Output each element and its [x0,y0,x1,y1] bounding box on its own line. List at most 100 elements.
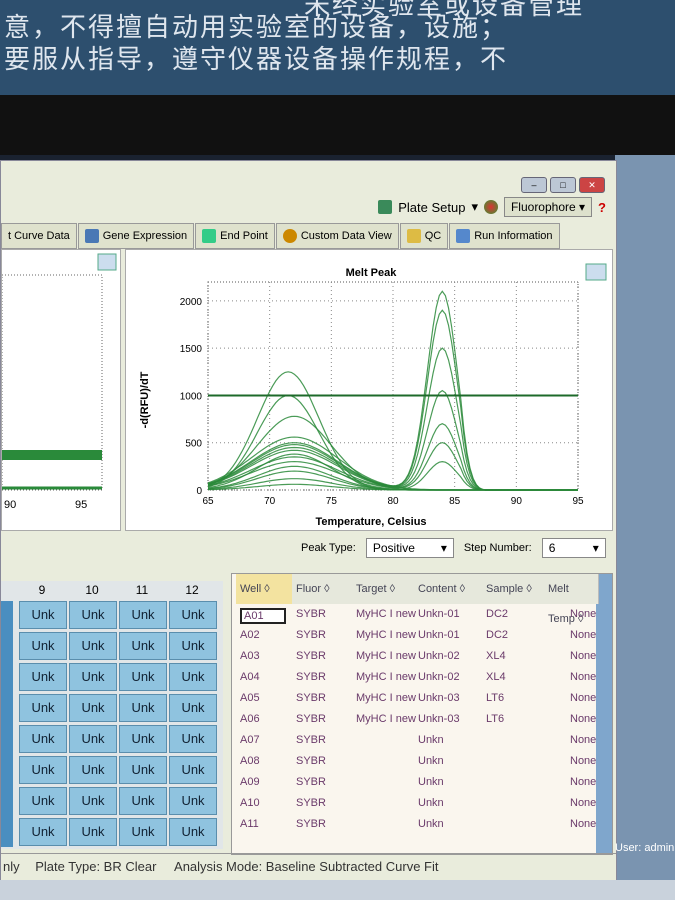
tab-bar: t Curve Data Gene Expression End Point C… [1,223,561,249]
tab-custom-data-view[interactable]: Custom Data View [275,223,399,249]
close-button[interactable]: ✕ [579,177,605,193]
column-header[interactable]: Melt Temp ◊ [544,574,599,625]
table-cell: XL4 [486,671,506,683]
tab-melt-curve-data[interactable]: t Curve Data [1,223,77,249]
help-icon[interactable]: ? [598,200,606,215]
plate-well[interactable]: Unk [19,601,67,629]
plate-well[interactable]: Unk [169,694,217,722]
table-cell: None [570,776,597,788]
x-tick-label: 85 [449,496,461,507]
plate-well[interactable]: Unk [69,632,117,660]
plate-well[interactable]: Unk [169,601,217,629]
plate-well[interactable]: Unk [169,663,217,691]
table-row[interactable]: A02 SYBR MyHC I new Unkn-01 DC2 None [232,629,596,649]
table-scrollbar[interactable] [596,574,612,854]
table-row[interactable]: A04 SYBR MyHC I new Unkn-02 XL4 None [232,671,596,691]
table-cell: MyHC I new [356,671,416,683]
taskbar [0,880,675,900]
tab-gene-expression[interactable]: Gene Expression [77,223,195,249]
table-cell: MyHC I new [356,650,416,662]
banner-line: 未经实验室或设备管理 [304,0,585,21]
plate-well[interactable]: Unk [69,694,117,722]
table-cell: None [570,671,597,683]
step-number-label: Step Number: [463,542,532,554]
table-row[interactable]: A01 SYBR MyHC I new Unkn-01 DC2 None [232,608,596,628]
x-tick-label: 95 [75,499,87,511]
x-tick-label: 95 [572,496,584,507]
plate-well[interactable]: Unk [69,601,117,629]
view-select[interactable]: Fluorophore ▾ [503,197,593,217]
plate-well[interactable]: Unk [119,663,167,691]
left-chart-panel: 90 95 [1,249,121,531]
x-tick-label: 75 [326,496,338,507]
color-icon[interactable] [483,200,498,214]
plate-well[interactable]: Unk [19,694,67,722]
plate-well[interactable]: Unk [169,756,217,784]
plate-well[interactable]: Unk [169,725,217,753]
table-cell: Unkn-01 [418,629,460,641]
maximize-button[interactable]: □ [550,177,576,193]
table-cell: A03 [240,650,260,662]
table-cell: Unkn-01 [418,608,460,620]
table-row[interactable]: A08 SYBR Unkn None [232,755,596,775]
plate-well[interactable]: Unk [69,663,117,691]
plate-well[interactable]: Unk [169,818,217,846]
table-cell: SYBR [296,734,326,746]
table-row[interactable]: A05 SYBR MyHC I new Unkn-03 LT6 None [232,692,596,712]
background-banner: 未经实验室或设备管理 意，不得擅自动用实验室的设备，设施； 要服从指导，遵守仪器… [0,0,675,95]
plate-well[interactable]: Unk [69,787,117,815]
table-cell: SYBR [296,713,326,725]
gear-icon [282,229,297,243]
plate-well[interactable]: Unk [69,756,117,784]
plate-well[interactable]: Unk [169,632,217,660]
table-row[interactable]: A03 SYBR MyHC I new Unkn-02 XL4 None [232,650,596,670]
table-cell: None [570,650,597,662]
tab-run-information[interactable]: Run Information [449,223,560,249]
x-tick-label: 90 [4,499,16,511]
chart-options-button[interactable] [585,263,607,281]
plate-well[interactable]: Unk [119,787,167,815]
plate-well[interactable]: Unk [19,818,67,846]
minimize-button[interactable]: – [521,177,547,193]
plate-well[interactable]: Unk [169,787,217,815]
desktop-background [615,155,675,900]
plate-well[interactable]: Unk [19,663,67,691]
table-row[interactable]: A09 SYBR Unkn None [232,776,596,796]
app-window: – □ ✕ Plate Setup ▾ Fluorophore ▾ ? t Cur… [0,160,617,882]
plate-well[interactable]: Unk [119,694,167,722]
column-header[interactable]: Sample ◊ [482,574,549,604]
status-bar: nly Plate Type: BR Clear Analysis Mode: … [1,853,616,880]
column-header[interactable]: Fluor ◊ [292,574,357,604]
plate-well[interactable]: Unk [19,756,67,784]
table-cell: Unkn [418,797,444,809]
tab-end-point[interactable]: End Point [195,223,275,249]
table-row[interactable]: A11 SYBR Unkn None [232,818,596,838]
plate-well[interactable]: Unk [19,632,67,660]
column-header[interactable]: Content ◊ [414,574,487,604]
x-axis-label: Temperature, Celsius [315,516,426,528]
plate-well[interactable]: Unk [119,632,167,660]
y-tick-label: 1000 [180,391,203,402]
table-row[interactable]: A07 SYBR Unkn None [232,734,596,754]
plate-well[interactable]: Unk [19,725,67,753]
plate-row-headers [1,601,13,847]
plate-column-header: 10 [85,583,99,597]
melt-peak-chart: Melt Peak Temperature, Celsius -d(RFU)/d… [139,263,607,528]
column-header[interactable]: Well ◊ [236,574,297,604]
plate-well[interactable]: Unk [69,818,117,846]
table-row[interactable]: A06 SYBR MyHC I new Unkn-03 LT6 None [232,713,596,733]
peak-type-select[interactable]: Positive ▾ [365,538,454,558]
plate-well[interactable]: Unk [119,601,167,629]
column-header[interactable]: Target ◊ [352,574,419,604]
tab-qc[interactable]: QC [399,223,449,249]
plate-setup-button[interactable]: Plate Setup [398,200,465,215]
plate-well[interactable]: Unk [119,756,167,784]
plate-well[interactable]: Unk [19,787,67,815]
plate-well[interactable]: Unk [119,725,167,753]
table-row[interactable]: A10 SYBR Unkn None [232,797,596,817]
plate-well[interactable]: Unk [119,818,167,846]
chart-options-button[interactable] [97,253,117,271]
step-number-select[interactable]: 6 ▾ [541,538,606,558]
table-cell: Unkn [418,776,444,788]
plate-well[interactable]: Unk [69,725,117,753]
